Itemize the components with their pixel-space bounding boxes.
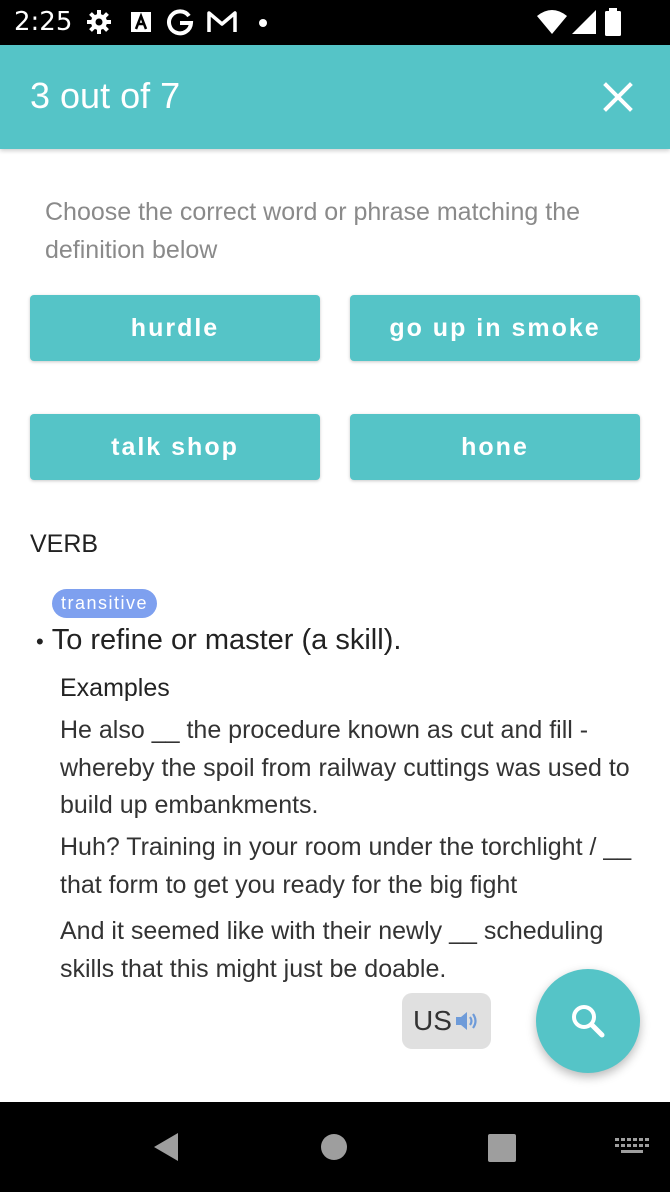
keyboard-icon — [615, 1138, 649, 1153]
example-sentence: He also __ the procedure known as cut an… — [60, 716, 630, 819]
examples-list: He also __ the procedure known as cut an… — [0, 0, 670, 992]
example-sentence: Huh? Training in your room under the tor… — [60, 833, 632, 899]
search-icon — [572, 1005, 605, 1038]
back-icon — [154, 1133, 178, 1161]
back-button[interactable] — [150, 1130, 182, 1169]
search-fab[interactable] — [536, 969, 640, 1073]
pronunciation-us-button[interactable]: US — [402, 993, 491, 1049]
system-nav-bar — [0, 1102, 670, 1192]
recents-button[interactable] — [487, 1133, 517, 1168]
pronunciation-label: US — [413, 1005, 452, 1036]
home-button[interactable] — [320, 1133, 348, 1166]
keyboard-button[interactable] — [615, 1138, 649, 1163]
recents-icon — [488, 1134, 516, 1162]
speaker-icon — [455, 1012, 477, 1030]
home-icon — [321, 1134, 347, 1160]
